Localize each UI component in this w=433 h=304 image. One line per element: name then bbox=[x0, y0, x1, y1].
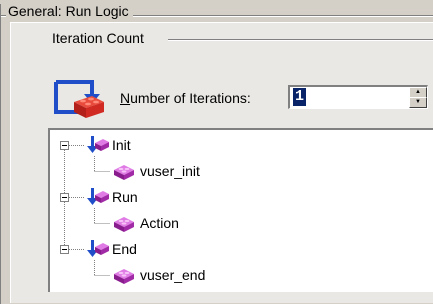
run-logic-tree[interactable]: Init vuser_init Run Action End vuser_end bbox=[48, 128, 433, 292]
blue-arrow-brick-icon bbox=[84, 187, 110, 212]
blue-arrow-brick-icon bbox=[84, 135, 110, 160]
expander-init[interactable] bbox=[60, 141, 69, 150]
expander-end[interactable] bbox=[60, 245, 69, 254]
tree-node-label: End bbox=[112, 241, 137, 257]
expander-run[interactable] bbox=[60, 193, 69, 202]
general-run-logic-title: General: Run Logic bbox=[6, 2, 133, 20]
tree-node-label: vuser_init bbox=[140, 163, 200, 179]
spin-buttons: ▲ ▼ bbox=[409, 87, 427, 108]
iteration-count-title: Iteration Count bbox=[52, 30, 144, 46]
label-text: umber of Iterations: bbox=[130, 90, 251, 106]
number-of-iterations-label: Number of Iterations: bbox=[120, 89, 251, 107]
purple-brick-icon bbox=[112, 265, 136, 290]
tree-node-label: Run bbox=[112, 189, 138, 205]
purple-brick-icon bbox=[112, 161, 136, 186]
tree-node-label: vuser_end bbox=[140, 267, 206, 283]
tree-node-label: Action bbox=[140, 215, 179, 231]
spin-down-button[interactable]: ▼ bbox=[409, 97, 427, 108]
purple-brick-icon bbox=[112, 213, 136, 238]
number-of-iterations-spinbox[interactable]: 1 ▲ ▼ bbox=[288, 85, 428, 109]
iterations-value[interactable]: 1 bbox=[293, 88, 307, 106]
blue-arrow-brick-icon bbox=[84, 239, 110, 264]
tree-node-label: Init bbox=[112, 137, 131, 153]
loop-arrow-brick-icon bbox=[52, 74, 108, 123]
accelerator-n: N bbox=[120, 90, 131, 106]
iteration-count-divider bbox=[168, 39, 433, 41]
